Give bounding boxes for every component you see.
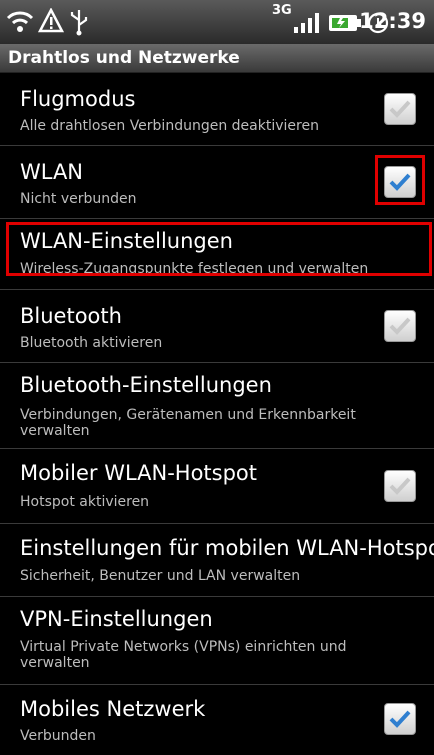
wifi-icon (6, 8, 34, 38)
settings-list: Flugmodus Alle drahtlosen Verbindungen d… (0, 73, 434, 755)
mobiles-netzwerk-checkbox[interactable] (384, 703, 416, 735)
status-bar: 3G 12:39 (0, 0, 434, 44)
page-title: Drahtlos und Netzwerke (8, 48, 240, 68)
signal-icon (292, 12, 322, 38)
item-summary: Bluetooth aktivieren (20, 335, 163, 351)
section-header: Drahtlos und Netzwerke (0, 44, 434, 73)
item-summary: Sicherheit, Benutzer und LAN verwalten (20, 568, 301, 584)
list-item-flugmodus[interactable]: Flugmodus Alle drahtlosen Verbindungen d… (0, 73, 434, 146)
battery-icon (328, 12, 362, 38)
item-summary: Alle drahtlosen Verbindungen deaktiviere… (20, 118, 319, 134)
list-item-mobiles-netzwerk[interactable]: Mobiles Netzwerk Verbunden (0, 685, 434, 755)
item-summary: Verbunden (20, 728, 96, 744)
usb-icon (68, 8, 90, 40)
item-summary: Virtual Private Networks (VPNs) einricht… (20, 639, 347, 671)
item-title: Bluetooth (20, 304, 122, 328)
list-item-bluetooth-einstellungen[interactable]: Bluetooth-Einstellungen Verbindungen, Ge… (0, 363, 434, 449)
item-summary: Verbindungen, Gerätenamen und Erkennbark… (20, 407, 356, 439)
warning-icon (37, 7, 65, 38)
bluetooth-checkbox[interactable] (384, 310, 416, 342)
item-title: Mobiles Netzwerk (20, 697, 206, 721)
item-summary: Nicht verbunden (20, 191, 137, 207)
item-title: Mobiler WLAN-Hotspot (20, 461, 258, 485)
list-item-bluetooth[interactable]: Bluetooth Bluetooth aktivieren (0, 290, 434, 363)
network-type-indicator: 3G (272, 3, 292, 18)
item-title: Bluetooth-Einstellungen (20, 373, 272, 397)
item-title: WLAN (20, 160, 84, 184)
list-item-wlan[interactable]: WLAN Nicht verbunden (0, 146, 434, 219)
clock: 12:39 (359, 9, 426, 33)
flugmodus-checkbox[interactable] (384, 93, 416, 125)
hotspot-checkbox[interactable] (384, 470, 416, 502)
list-item-mobiler-wlan-hotspot[interactable]: Mobiler WLAN-Hotspot Hotspot aktivieren (0, 449, 434, 524)
list-item-vpn-einstellungen[interactable]: VPN-Einstellungen Virtual Private Networ… (0, 597, 434, 685)
item-title: VPN-Einstellungen (20, 607, 213, 631)
item-summary: Hotspot aktivieren (20, 494, 150, 510)
highlight-wlan-checkbox (375, 155, 425, 205)
list-item-hotspot-einstellungen[interactable]: Einstellungen für mobilen WLAN-Hotspot S… (0, 524, 434, 597)
item-title: Einstellungen für mobilen WLAN-Hotspot (20, 536, 434, 560)
item-title: Flugmodus (20, 87, 136, 111)
highlight-wlan-einstellungen (6, 222, 432, 276)
